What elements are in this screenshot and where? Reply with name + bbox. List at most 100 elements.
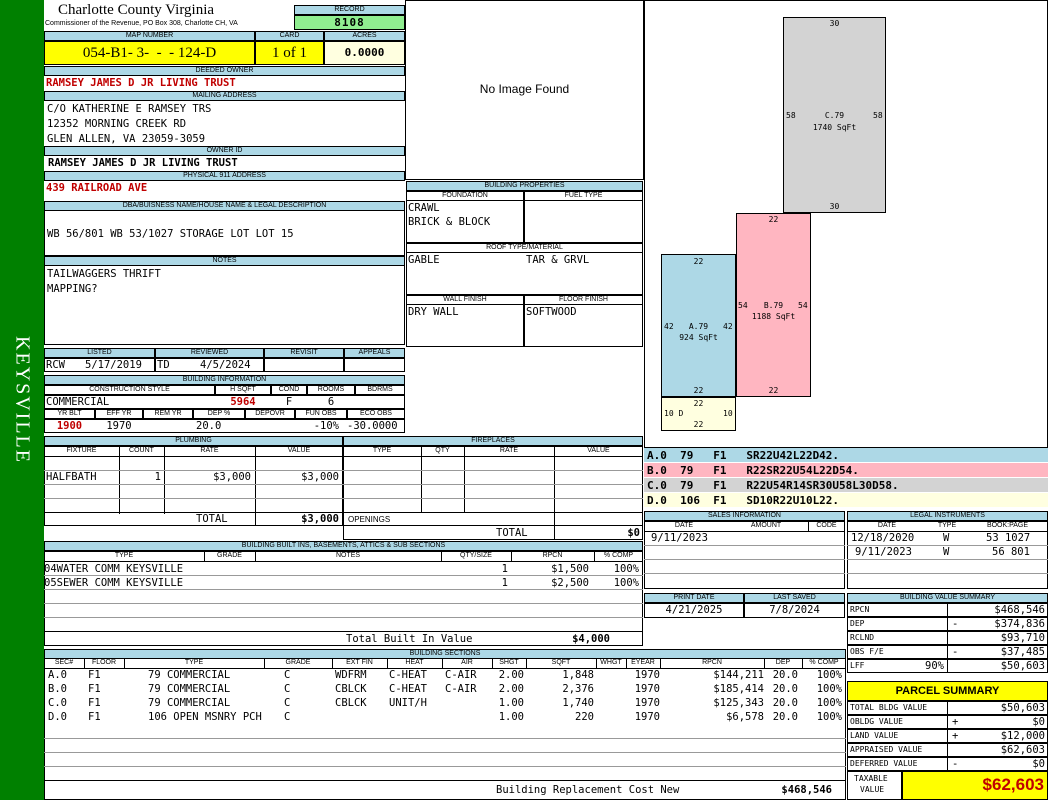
builtin-comp-1: 100% — [613, 563, 639, 575]
listed-date: 5/17/2019 — [85, 359, 142, 371]
revisit-box — [264, 358, 344, 372]
fireplace-col-qty: QTY — [435, 447, 450, 454]
revisit-header: REVISIT — [264, 348, 344, 358]
foundation-2: BRICK & BLOCK — [408, 216, 491, 228]
fuel-box — [524, 200, 643, 243]
plumbing-value: $3,000 — [301, 471, 339, 483]
section-sqft: 1,848 — [562, 669, 594, 681]
notes-line-1: TAILWAGGERS THRIFT — [47, 268, 161, 280]
sketch-c-top: 30 — [829, 19, 840, 28]
mailing-address-header: MAILING ADDRESS — [44, 91, 405, 101]
vector-line: C.0 79 F1 R22U54R14SR30U58L30D58. — [644, 478, 1048, 493]
last-saved: 7/8/2024 — [769, 604, 820, 616]
builtins-col-qty: QTY/SIZE — [460, 552, 492, 559]
sections-col-whgt: WHGT — [600, 659, 622, 666]
funobs-header: FUN OBS — [295, 409, 347, 419]
sale-date-1: 9/11/2023 — [651, 532, 708, 544]
listed-header: LISTED — [44, 348, 155, 358]
card-header: CARD — [255, 31, 324, 41]
section-grade: C — [284, 697, 291, 709]
construction-style-header: CONSTRUCTION STYLE — [44, 385, 215, 395]
section-shgt: 1.00 — [498, 711, 524, 723]
roof-material: TAR & GRVL — [526, 254, 590, 266]
section-type: 79 COMMERCIAL — [148, 683, 231, 695]
parcel-summary-label: APPRAISED VALUE — [850, 745, 923, 754]
value-summary-sign: - — [952, 618, 959, 630]
legal-col-book: BOOK:PAGE — [986, 522, 1029, 529]
builtin-qty-1: 1 — [501, 563, 508, 575]
sections-col-dep: DEP — [775, 659, 791, 666]
construction-style: COMMERCIAL — [46, 396, 110, 408]
value-summary-header: BUILDING VALUE SUMMARY — [847, 593, 1048, 603]
yrblt: 1900 — [56, 420, 83, 432]
legal-book-1: 53 1027 — [986, 532, 1031, 544]
dep: 20.0 — [196, 420, 222, 432]
plumbing-total-label: TOTAL — [196, 513, 228, 525]
appeals-box — [344, 358, 405, 372]
deeded-owner: RAMSEY JAMES D JR LIVING TRUST — [46, 77, 236, 89]
section-sqft: 1,740 — [562, 697, 594, 709]
parcel-summary-row: LAND VALUE + $12,000 — [847, 729, 1048, 743]
roof-box — [406, 252, 643, 295]
section-grade: C — [284, 683, 291, 695]
parcel-summary-label: DEFERRED VALUE — [850, 759, 918, 768]
sketch-c-label: C.79 — [824, 111, 845, 120]
value-summary-label: RPCN — [850, 605, 870, 614]
sketch-a-top: 22 — [693, 257, 704, 266]
plumbing-rate: $3,000 — [213, 471, 251, 483]
parcel-summary-row: APPRAISED VALUE $62,603 — [847, 743, 1048, 757]
ecoobs-header: ECO OBS — [347, 409, 405, 419]
sketch-a-bottom: 22 — [693, 386, 704, 395]
value-summary-label: RCLND — [850, 633, 875, 642]
section-ext: WDFRM — [335, 669, 367, 681]
foundation-1: CRAWL — [408, 202, 440, 214]
replacement-cost: $468,546 — [781, 784, 832, 796]
sketch-c-area: 1740 SqFt — [812, 123, 857, 132]
sections-col-type: TYPE — [184, 659, 204, 666]
parcel-summary-value: $0 — [1032, 758, 1045, 770]
section-floor: F1 — [88, 669, 101, 681]
fireplace-col-value: VALUE — [587, 447, 610, 454]
builtins-col-type: TYPE — [114, 552, 134, 559]
section-rpcn: $185,414 — [713, 683, 764, 695]
parcel-summary-label: LAND VALUE — [850, 731, 899, 740]
mailing-line-1: C/O KATHERINE E RAMSEY TRS — [47, 103, 212, 115]
legal-col-type: TYPE — [937, 522, 957, 529]
section-eyear: 1970 — [634, 683, 660, 695]
notes-line-2: MAPPING? — [47, 283, 98, 295]
taxable-value: $62,603 — [902, 771, 1048, 800]
vector-line: A.0 79 F1 SR22U42L22D42. — [644, 448, 1048, 463]
map-number: 054-B1- 3- - - 124-D — [44, 41, 255, 65]
reviewed-header: REVIEWED — [155, 348, 264, 358]
deeded-owner-header: DEEDED OWNER — [44, 66, 405, 76]
builtin-qty-2: 1 — [501, 577, 508, 589]
building-properties-header: BUILDING PROPERTIES — [406, 181, 643, 191]
legal-description: WB 56/801 WB 53/1027 STORAGE LOT LOT 15 — [47, 228, 294, 240]
legal-date-1: 12/18/2020 — [851, 532, 915, 544]
mailing-line-3: GLEN ALLEN, VA 23059-3059 — [47, 133, 206, 145]
value-summary-row: RPCN $468,546 — [847, 603, 1048, 617]
sections-col-comp: % COMP — [809, 659, 839, 666]
builtin-total-label: Total Built In Value — [346, 633, 473, 645]
parcel-summary-label: OBLDG VALUE — [850, 717, 903, 726]
rooms: 6 — [327, 396, 335, 408]
section-dep: 20.0 — [772, 669, 798, 681]
value-summary-label: DEP — [850, 619, 865, 628]
building-info-header: BUILDING INFORMATION — [44, 375, 405, 385]
value-summary-value: $37,485 — [1000, 646, 1045, 658]
sections-col-eyear: EYEAR — [631, 659, 655, 666]
mailing-line-2: 12352 MORNING CREEK RD — [47, 118, 187, 130]
section-type: 79 COMMERCIAL — [148, 697, 231, 709]
sketch-b-bottom: 22 — [768, 386, 779, 395]
vector-line: B.0 79 F1 R22SR22U54L22D54. — [644, 463, 1048, 478]
last-saved-header: LAST SAVED — [744, 593, 845, 603]
section-eyear: 1970 — [634, 711, 660, 723]
sections-col-rpcn: RPCN — [702, 659, 722, 666]
value-summary-value: $50,603 — [1000, 660, 1045, 672]
sketch-a-label: A.79 — [688, 322, 709, 331]
section-air: C-AIR — [445, 669, 477, 681]
builtin-rpcn-2: $2,500 — [551, 577, 589, 589]
parcel-summary-value: $50,603 — [1000, 702, 1045, 714]
section-rpcn: $6,578 — [726, 711, 764, 723]
parcel-summary-label: TOTAL BLDG VALUE — [850, 703, 928, 712]
